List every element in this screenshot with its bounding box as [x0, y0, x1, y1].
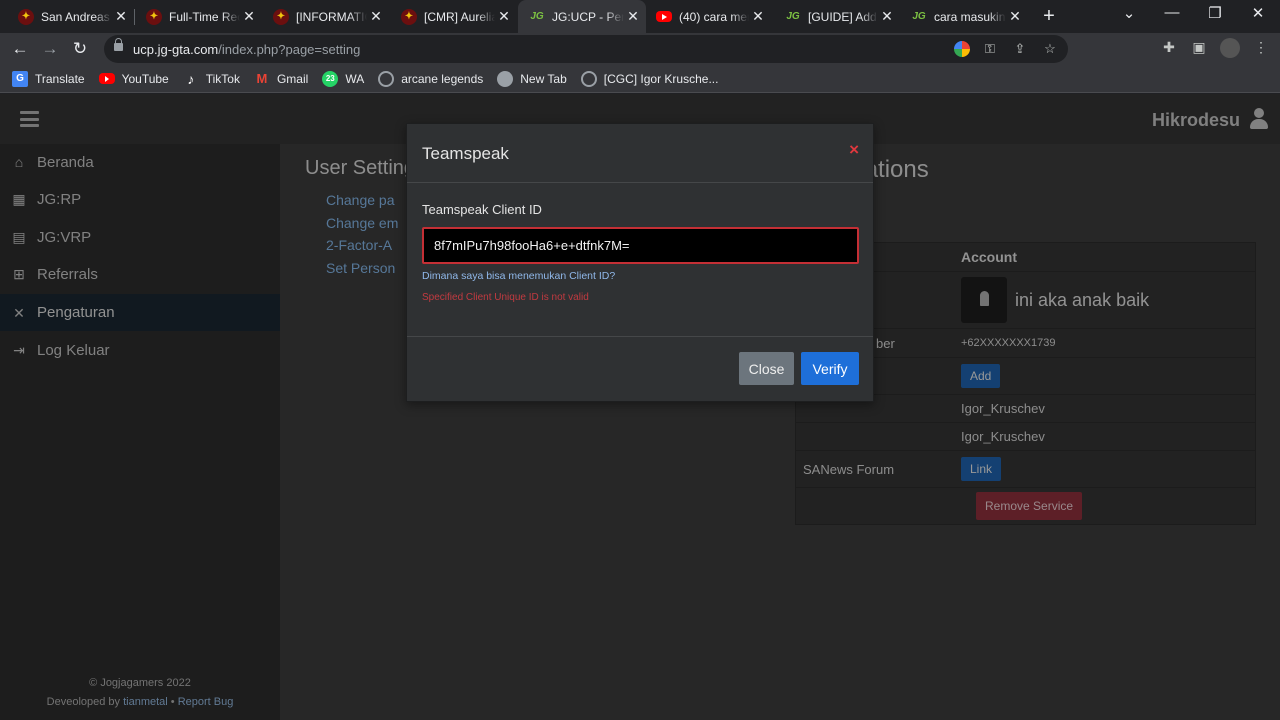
url-path: /index.php?page=setting	[218, 42, 361, 57]
tab-san-andreas[interactable]: ✦ San Andreas ✕	[0, 0, 134, 33]
bookmark-label: WA	[345, 71, 365, 86]
reload-icon[interactable]: ↻	[69, 39, 91, 59]
window-close-icon[interactable]: ✕	[1243, 4, 1273, 22]
tab-close-icon[interactable]: ✕	[749, 8, 767, 25]
tab-full-time[interactable]: ✦ Full-Time Rec ✕	[128, 0, 262, 33]
tab-guide[interactable]: JG [GUIDE] Add ✕	[772, 0, 900, 33]
tiktok-icon: ♪	[187, 70, 195, 87]
bookmark-arcane-legends[interactable]: arcane legends	[378, 70, 484, 87]
minimize-icon[interactable]: —	[1157, 4, 1187, 21]
gmail-icon: M	[256, 71, 268, 86]
modal-header: Teamspeak ×	[407, 124, 873, 183]
verify-button[interactable]: Verify	[801, 352, 859, 385]
tab-title: Full-Time Rec	[169, 9, 240, 24]
jg-favicon: JG	[786, 11, 800, 22]
bookmark-label: New Tab	[520, 71, 567, 86]
globe-icon	[497, 70, 514, 87]
tab-information[interactable]: ✦ [INFORMATIC ✕	[255, 0, 389, 33]
bookmark-label: YouTube	[121, 71, 169, 86]
bookmark-cgc[interactable]: [CGC] Igor Krusche...	[580, 70, 719, 87]
address-bar[interactable]: ucp.jg-gta.com/index.php?page=setting ⚿ …	[104, 35, 1068, 63]
bookmark-new-tab[interactable]: New Tab	[497, 70, 567, 87]
jg-favicon: JG	[912, 11, 926, 22]
bookmark-label: Translate	[35, 71, 85, 86]
side-panel-icon[interactable]: ▣	[1188, 39, 1210, 56]
key-icon[interactable]: ⚿	[980, 40, 1000, 58]
profile-avatar[interactable]	[1220, 38, 1240, 58]
tab-cmr[interactable]: ✦ [CMR] Aurelia ✕	[383, 0, 517, 33]
browser-toolbar: ← → ↻ ucp.jg-gta.com/index.php?page=sett…	[0, 33, 1280, 65]
menu-dots-icon[interactable]: ⋮	[1250, 39, 1272, 56]
tab-cara-masukin[interactable]: JG cara masukin ✕	[900, 0, 1028, 33]
close-button[interactable]: Close	[739, 352, 794, 385]
jg-favicon: JG	[530, 11, 544, 22]
browser-tab-bar: ✦ San Andreas ✕ ✦ Full-Time Rec ✕ ✦ [INF…	[0, 0, 1280, 33]
new-tab-icon[interactable]: +	[1038, 5, 1060, 28]
tab-title: [GUIDE] Add	[808, 9, 877, 24]
bookmark-tiktok[interactable]: ♪ TikTok	[183, 71, 240, 87]
teamspeak-modal: Teamspeak × Teamspeak Client ID Dimana s…	[406, 123, 874, 402]
site-favicon: ✦	[18, 8, 34, 25]
google-icon[interactable]	[954, 41, 970, 57]
tab-close-icon[interactable]: ✕	[495, 8, 513, 25]
bookmark-gmail[interactable]: M Gmail	[254, 71, 309, 87]
back-icon[interactable]: ←	[9, 39, 31, 59]
youtube-favicon	[656, 11, 672, 22]
site-icon	[580, 70, 597, 87]
forward-icon[interactable]: →	[39, 39, 61, 59]
tab-close-icon[interactable]: ✕	[624, 8, 642, 25]
url-text: ucp.jg-gta.com/index.php?page=setting	[133, 42, 360, 57]
validation-error: Specified Client Unique ID is not valid	[422, 292, 589, 303]
share-icon[interactable]: ⇪	[1010, 40, 1030, 58]
site-favicon: ✦	[146, 8, 162, 25]
tab-title: cara masukin	[934, 9, 1006, 24]
url-host: ucp.jg-gta.com	[133, 42, 219, 57]
bookmark-youtube[interactable]: YouTube	[98, 71, 169, 86]
tab-title: JG:UCP - Pen	[552, 9, 624, 24]
star-icon[interactable]: ☆	[1040, 40, 1060, 58]
tab-title: [CMR] Aurelia	[424, 9, 495, 24]
whatsapp-icon: 23	[322, 70, 339, 87]
tab-search-chevron-icon[interactable]: ⌄	[1114, 4, 1144, 22]
bookmark-wa[interactable]: 23 WA	[322, 70, 365, 87]
tab-jg-ucp[interactable]: JG JG:UCP - Pen ✕	[518, 0, 646, 33]
youtube-icon	[98, 73, 115, 84]
tab-title: [INFORMATIC	[296, 9, 367, 24]
bookmark-translate[interactable]: G Translate	[12, 70, 85, 87]
find-client-id-link[interactable]: Dimana saya bisa menemukan Client ID?	[422, 270, 615, 282]
extensions-icon[interactable]: ✚	[1158, 39, 1180, 56]
tab-title: (40) cara men	[679, 9, 749, 24]
client-id-label: Teamspeak Client ID	[422, 202, 542, 217]
ucp-page: Hikrodesu ⌂ Beranda ▦ JG:RP ▤ JG:VRP ⊞ R…	[0, 94, 1280, 720]
bookmarks-bar: G Translate YouTube ♪ TikTok M Gmail 23 WA a…	[0, 65, 1280, 93]
tab-title: San Andreas	[41, 9, 110, 24]
bookmark-label: arcane legends	[401, 71, 484, 86]
site-favicon: ✦	[273, 8, 289, 25]
modal-body: Teamspeak Client ID Dimana saya bisa men…	[407, 183, 873, 337]
tab-close-icon[interactable]: ✕	[1006, 8, 1024, 25]
modal-footer: Close Verify	[407, 337, 873, 402]
site-icon	[378, 70, 395, 87]
close-icon[interactable]: ×	[849, 140, 859, 160]
translate-icon: G	[12, 70, 28, 87]
site-favicon: ✦	[401, 8, 417, 25]
bookmark-label: [CGC] Igor Krusche...	[603, 71, 719, 86]
client-id-input[interactable]	[422, 227, 859, 264]
modal-title: Teamspeak	[422, 144, 509, 163]
lock-icon	[114, 38, 123, 51]
tab-youtube[interactable]: (40) cara men ✕	[643, 0, 771, 33]
bookmark-label: Gmail	[276, 71, 309, 86]
tab-close-icon[interactable]: ✕	[878, 8, 896, 25]
restore-icon[interactable]: ❐	[1200, 4, 1230, 22]
bookmark-label: TikTok	[205, 71, 240, 86]
